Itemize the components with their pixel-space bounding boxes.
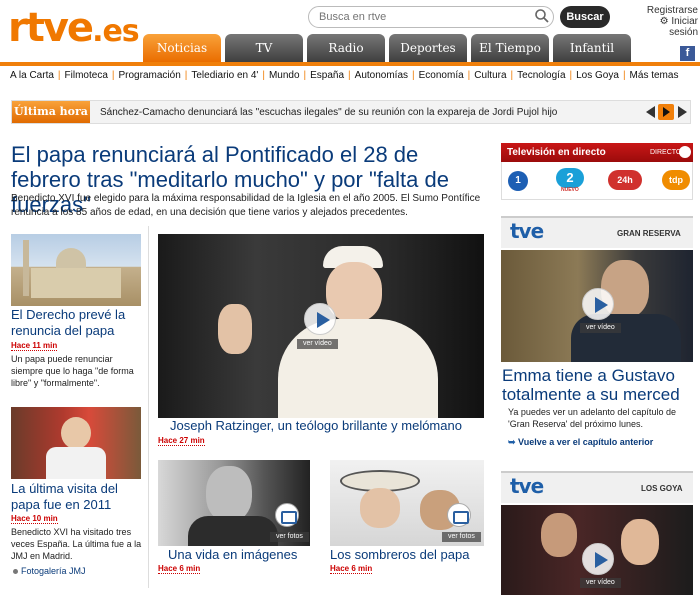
channel-24h-icon[interactable]: 24h xyxy=(608,170,642,190)
channel-la2-sub: NUEVO xyxy=(561,187,579,193)
ver-video-label: ver vídeo xyxy=(297,339,338,349)
story-visita-text: Benedicto XVI ha visitado tres veces Esp… xyxy=(11,527,142,561)
story-derecho-text: Un papa puede renunciar siempre que lo h… xyxy=(11,354,134,388)
search-button[interactable]: Buscar xyxy=(560,6,610,28)
ver-fotos-label: ver fotos xyxy=(270,532,309,542)
camera-icon-2[interactable] xyxy=(447,503,471,527)
subnav-economia[interactable]: Economía xyxy=(419,70,464,81)
logo-main: rtve xyxy=(8,5,94,51)
gran-reserva-link-label: Vuelve a ver el capítulo anterior xyxy=(518,437,654,447)
link-arrow-icon: ➥ xyxy=(508,437,519,447)
sub-nav: A la Carta | Filmoteca | Programación | Teledi… xyxy=(10,70,679,81)
ver-video-label-2: ver vídeo xyxy=(580,323,621,333)
tab-infantil[interactable]: Infantil xyxy=(553,34,631,62)
gran-reserva-title[interactable]: Emma tiene a Gustavo totalmente a su mer… xyxy=(502,366,694,404)
subnav-cultura[interactable]: Cultura xyxy=(474,70,506,81)
nav-underline xyxy=(0,62,700,66)
breaking-news-label: Última hora xyxy=(12,101,90,123)
live-tv-close-icon[interactable] xyxy=(679,146,691,158)
story-derecho-title[interactable]: El Derecho prevé la renuncia del papa xyxy=(11,307,146,339)
subnav-mas-temas[interactable]: Más temas xyxy=(630,70,679,81)
tab-tv[interactable]: TV xyxy=(225,34,303,62)
story-vida-time: Hace 6 min xyxy=(158,564,201,574)
tve-logo[interactable]: tve xyxy=(510,219,544,243)
ver-fotos-label-2: ver fotos xyxy=(442,532,481,542)
subnav-telediario[interactable]: Telediario en 4' xyxy=(191,70,258,81)
search-input[interactable] xyxy=(308,6,554,28)
play-icon[interactable] xyxy=(658,104,674,120)
search-icon[interactable] xyxy=(534,8,550,24)
story-derecho-time: Hace 11 min xyxy=(11,341,58,351)
video-play-icon-3[interactable] xyxy=(582,543,614,575)
rtve-logo[interactable]: rtve.es xyxy=(8,5,140,54)
fotogaleria-link[interactable]: Fotogalería JMJ xyxy=(11,566,86,576)
st-peters-basilica-image[interactable] xyxy=(11,234,141,306)
channel-tdp-icon[interactable]: tdp xyxy=(662,170,690,190)
subnav-filmoteca[interactable]: Filmoteca xyxy=(65,70,108,81)
subnav-los-goya[interactable]: Los Goya xyxy=(576,70,619,81)
lock-icon: ⚙ xyxy=(659,16,672,27)
account-links: Registrarse ⚙ Iniciar sesión xyxy=(630,5,698,38)
tab-deportes[interactable]: Deportes xyxy=(389,34,467,62)
pope-visit-image[interactable] xyxy=(11,407,141,479)
column-divider xyxy=(148,226,149,588)
subnav-mundo[interactable]: Mundo xyxy=(269,70,300,81)
tab-el-tiempo[interactable]: El Tiempo xyxy=(471,34,549,62)
gran-reserva-link[interactable]: ➥ Vuelve a ver el capítulo anterior xyxy=(508,437,653,448)
video-play-icon-2[interactable] xyxy=(582,288,614,320)
live-tv-directo: DIRECTO xyxy=(650,149,682,156)
main-image-caption[interactable]: Joseph Ratzinger, un teólogo brillante y… xyxy=(170,418,490,434)
subnav-espana[interactable]: España xyxy=(310,70,344,81)
main-lead: Benedicto XVI fue elegido para la máxima… xyxy=(11,193,481,218)
live-tv-title[interactable]: Televisión en directo xyxy=(507,147,606,158)
logo-suffix: .es xyxy=(92,14,140,49)
tab-noticias[interactable]: Noticias xyxy=(143,34,221,62)
story-visita-title[interactable]: La última visita del papa fue en 2011 xyxy=(11,481,146,513)
channel-la2-icon[interactable]: 2 xyxy=(556,168,584,188)
story-sombreros-time: Hace 6 min xyxy=(330,564,373,574)
tve-logo-2[interactable]: tve xyxy=(510,474,544,498)
video-play-icon[interactable] xyxy=(304,303,336,335)
channel-la1-icon[interactable]: 1 xyxy=(508,171,528,191)
breaking-news-text[interactable]: Sánchez-Camacho denunciará las "escuchas… xyxy=(100,107,557,118)
subnav-a-la-carta[interactable]: A la Carta xyxy=(10,70,54,81)
main-image-time: Hace 27 min xyxy=(158,436,205,446)
story-vida-title[interactable]: Una vida en imágenes xyxy=(168,547,318,563)
ver-video-label-3: ver vídeo xyxy=(580,578,621,588)
los-goya-label[interactable]: LOS GOYA xyxy=(641,484,683,493)
gran-reserva-desc: Ya puedes ver un adelanto del capítulo d… xyxy=(508,407,676,429)
gran-reserva-label[interactable]: GRAN RESERVA xyxy=(617,229,681,238)
story-sombreros-title[interactable]: Los sombreros del papa xyxy=(330,547,490,563)
register-link[interactable]: Registrarse xyxy=(630,5,698,16)
facebook-icon[interactable]: f xyxy=(680,46,695,61)
tab-radio[interactable]: Radio xyxy=(307,34,385,62)
next-arrow-icon[interactable] xyxy=(678,106,687,118)
prev-arrow-icon[interactable] xyxy=(646,106,655,118)
subnav-tecnologia[interactable]: Tecnología xyxy=(517,70,565,81)
story-visita-time: Hace 10 min xyxy=(11,514,58,524)
login-link[interactable]: ⚙ Iniciar sesión xyxy=(630,16,698,38)
camera-icon[interactable] xyxy=(275,503,299,527)
login-label: Iniciar sesión xyxy=(669,16,698,38)
subnav-programacion[interactable]: Programación xyxy=(119,70,181,81)
subnav-autonomias[interactable]: Autonomías xyxy=(355,70,408,81)
